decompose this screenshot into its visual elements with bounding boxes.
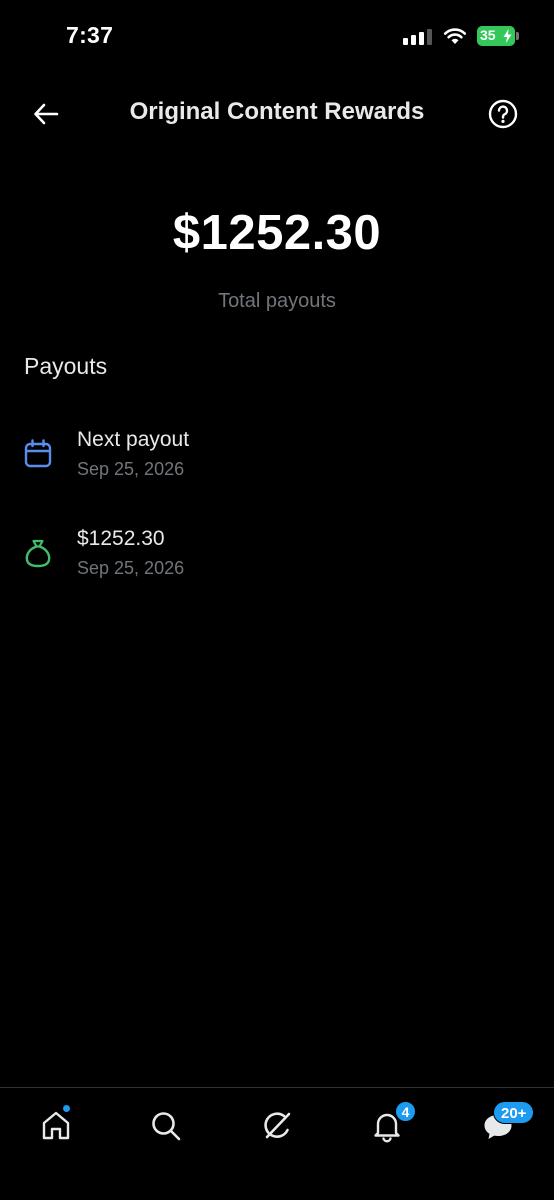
battery-tip xyxy=(516,32,519,40)
help-button[interactable] xyxy=(485,96,521,132)
payout-amount-row: $1252.30 Sep 25, 2026 xyxy=(0,527,554,597)
money-bag-icon xyxy=(25,539,51,568)
payout-date: Sep 25, 2026 xyxy=(77,558,185,578)
nav-home[interactable] xyxy=(36,1106,76,1146)
top-app-bar: Original Content Rewards xyxy=(0,88,554,140)
nav-grok[interactable] xyxy=(257,1106,297,1146)
grok-icon xyxy=(264,1112,291,1139)
status-bar: 7:37 35 xyxy=(0,0,554,74)
total-payouts-label: Total payouts xyxy=(218,290,336,312)
search-icon xyxy=(152,1112,181,1141)
battery-level: 35 xyxy=(480,27,496,43)
calendar-icon xyxy=(24,439,52,468)
nav-search[interactable] xyxy=(146,1106,186,1146)
status-time: 7:37 xyxy=(66,22,114,48)
charging-bolt-icon xyxy=(503,29,512,43)
bottom-navigation: 4 20+ xyxy=(0,1087,554,1200)
payout-title: Next payout xyxy=(77,428,190,451)
next-payout-row: Next payout Sep 25, 2026 xyxy=(0,428,554,498)
total-payouts-amount: $1252.30 xyxy=(172,206,382,260)
payout-date: Sep 25, 2026 xyxy=(77,459,185,479)
notifications-badge: 4 xyxy=(395,1101,416,1122)
messages-badge: 20+ xyxy=(493,1101,535,1124)
payouts-heading: Payouts xyxy=(24,353,108,379)
payout-amount: $1252.30 xyxy=(77,527,165,550)
page-title: Original Content Rewards xyxy=(129,98,425,125)
cellular-signal-icon xyxy=(403,27,434,46)
home-unread-dot xyxy=(62,1104,71,1113)
home-icon xyxy=(42,1111,70,1140)
battery-icon: 35 xyxy=(477,26,515,46)
question-circle-icon xyxy=(488,99,518,129)
wifi-icon xyxy=(443,28,467,44)
